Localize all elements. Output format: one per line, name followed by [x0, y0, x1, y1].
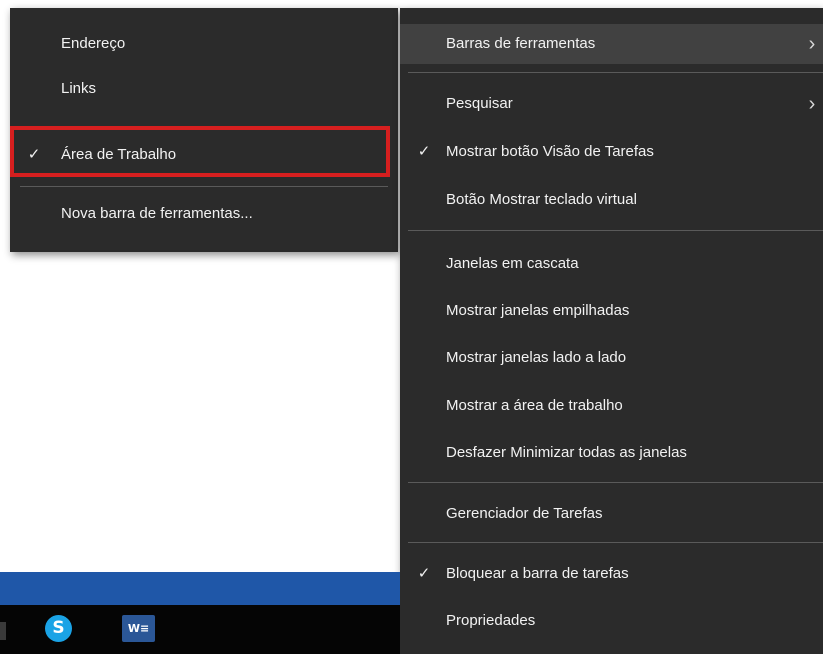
menu-item-barras-de-ferramentas[interactable]: Barras de ferramentas ›: [400, 24, 823, 64]
menu-item-bloquear-barra[interactable]: ✓ Bloquear a barra de tarefas: [400, 554, 823, 594]
menu-separator: [408, 72, 823, 73]
menu-item-mostrar-area-trabalho[interactable]: Mostrar a área de trabalho: [400, 386, 823, 426]
menu-item-label: Mostrar a área de trabalho: [446, 397, 623, 414]
menu-item-label: Pesquisar: [446, 95, 513, 112]
menu-item-label: Mostrar janelas lado a lado: [446, 349, 627, 366]
menu-item-teclado-virtual[interactable]: Botão Mostrar teclado virtual: [400, 180, 823, 220]
menu-item-label: Links: [61, 80, 97, 97]
menu-item-label: Botão Mostrar teclado virtual: [446, 191, 637, 208]
menu-item-gerenciador-tarefas[interactable]: Gerenciador de Tarefas: [400, 494, 823, 534]
menu-item-label: Mostrar janelas empilhadas: [446, 302, 630, 319]
taskbar[interactable]: S W≡: [0, 605, 400, 654]
checkmark-icon: ✓: [417, 565, 431, 582]
word-icon[interactable]: W≡: [122, 615, 155, 642]
menu-item-label: Nova barra de ferramentas...: [61, 205, 253, 222]
menu-item-label: Mostrar botão Visão de Tarefas: [446, 143, 654, 160]
chevron-right-icon: ›: [808, 33, 816, 55]
menu-item-janelas-lado-a-lado[interactable]: Mostrar janelas lado a lado: [400, 338, 823, 378]
checkmark-icon: ✓: [417, 143, 431, 160]
menu-item-mostrar-visao-tarefas[interactable]: ✓ Mostrar botão Visão de Tarefas: [400, 132, 823, 172]
menu-item-nova-barra[interactable]: Nova barra de ferramentas...: [10, 194, 398, 234]
menu-separator: [408, 542, 823, 543]
menu-item-label: Bloquear a barra de tarefas: [446, 565, 629, 582]
menu-item-label: Janelas em cascata: [446, 255, 579, 272]
skype-icon[interactable]: S: [45, 615, 72, 642]
menu-separator: [20, 186, 388, 187]
menu-item-endereco[interactable]: Endereço: [10, 24, 398, 64]
menu-item-label: Endereço: [61, 35, 126, 52]
taskbar-edge-icon: [0, 622, 6, 640]
menu-item-janelas-cascata[interactable]: Janelas em cascata: [400, 244, 823, 284]
menu-item-label: Barras de ferramentas: [446, 35, 596, 52]
menu-item-label: Propriedades: [446, 612, 536, 629]
menu-item-links[interactable]: Links: [10, 69, 398, 109]
highlight-annotation: [10, 126, 390, 177]
taskbar-context-menu: Barras de ferramentas › Pesquisar › ✓ Mo…: [400, 8, 823, 654]
menu-item-label: Gerenciador de Tarefas: [446, 505, 603, 522]
menu-item-janelas-empilhadas[interactable]: Mostrar janelas empilhadas: [400, 291, 823, 331]
menu-item-pesquisar[interactable]: Pesquisar ›: [400, 84, 823, 124]
menu-item-desfazer-minimizar[interactable]: Desfazer Minimizar todas as janelas: [400, 433, 823, 473]
menu-separator: [408, 482, 823, 483]
menu-item-label: Desfazer Minimizar todas as janelas: [446, 444, 687, 461]
chevron-right-icon: ›: [808, 93, 816, 115]
menu-separator: [408, 230, 823, 231]
menu-item-propriedades[interactable]: Propriedades: [400, 601, 823, 641]
window-titlebar-strip: [0, 572, 400, 605]
